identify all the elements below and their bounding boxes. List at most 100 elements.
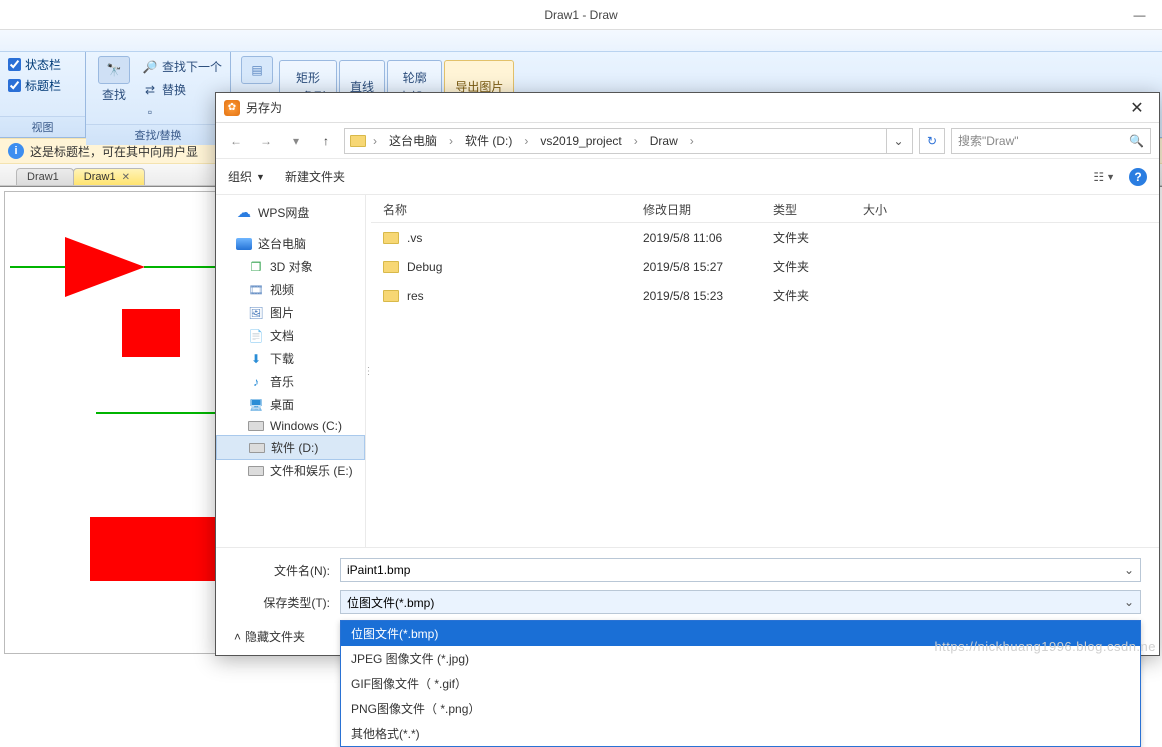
minimize-button[interactable]: — — [1117, 0, 1162, 30]
music-icon: ♪ — [248, 375, 264, 389]
chevron-down-icon[interactable]: ⌄ — [1124, 563, 1134, 577]
tree-d[interactable]: 软件 (D:) — [216, 435, 365, 460]
tree-music[interactable]: ♪音乐 — [216, 370, 365, 393]
file-list: 名称 修改日期 类型 大小 .vs 2019/5/8 11:06 文件夹 Deb… — [371, 195, 1159, 547]
group-view: 状态栏 标题栏 视图 — [0, 52, 86, 137]
shape-rect — [90, 517, 216, 581]
back-button[interactable]: ← — [224, 129, 248, 153]
info-text: 这是标题栏，可在其中向用户显 — [30, 143, 198, 160]
col-name[interactable]: 名称 — [371, 195, 631, 222]
folder-icon — [383, 290, 399, 302]
binoculars-icon: 🔭 — [107, 63, 122, 77]
tree-wps[interactable]: ☁WPS网盘 — [216, 201, 365, 224]
drive-icon — [248, 419, 264, 433]
tree-desktop[interactable]: 🖥桌面 — [216, 393, 365, 416]
app-icon — [224, 100, 240, 116]
paste-split[interactable]: ▤ — [237, 56, 277, 84]
tree-3d[interactable]: ❒3D 对象 — [216, 255, 365, 278]
tree-video[interactable]: 🎞视频 — [216, 278, 365, 301]
tree-docs[interactable]: 📄文档 — [216, 324, 365, 347]
filetype-dropdown: 位图文件(*.bmp) JPEG 图像文件 (*.jpg) GIF图像文件（ *… — [340, 620, 1141, 747]
shape-rect — [122, 309, 180, 357]
folder-icon — [383, 261, 399, 273]
eraser-icon: ▫ — [142, 104, 158, 120]
filetype-label: 保存类型(T): — [234, 594, 330, 611]
folder-icon — [383, 232, 399, 244]
dd-option[interactable]: JPEG 图像文件 (*.jpg) — [341, 646, 1140, 671]
shape-line — [96, 412, 220, 414]
shape-line — [144, 266, 219, 268]
tree-images[interactable]: 🖼图片 — [216, 301, 365, 324]
save-as-dialog: 另存为 ✕ ← → ▾ ↑ › 这台电脑› 软件 (D:)› vs2019_pr… — [215, 92, 1160, 656]
nav-tree: ☁WPS网盘 这台电脑 ❒3D 对象 🎞视频 🖼图片 📄文档 ⬇下载 ♪音乐 🖥… — [216, 195, 366, 547]
dd-option[interactable]: 其他格式(*.*) — [341, 721, 1140, 746]
tree-pc[interactable]: 这台电脑 — [216, 232, 365, 255]
dd-option[interactable]: PNG图像文件（ *.png） — [341, 696, 1140, 721]
doc-icon: 📄 — [248, 329, 264, 343]
window-titlebar: Draw1 - Draw — — [0, 0, 1162, 30]
find-next-button[interactable]: 🔎查找下一个 — [142, 58, 222, 75]
new-folder-button[interactable]: 新建文件夹 — [285, 168, 345, 185]
doc-tab[interactable]: Draw1 — [16, 168, 74, 185]
up-button[interactable]: ↑ — [314, 129, 338, 153]
forward-button[interactable]: → — [254, 129, 278, 153]
col-date[interactable]: 修改日期 — [631, 195, 761, 222]
titlebar-checkbox[interactable]: 标题栏 — [8, 77, 61, 94]
group-find-replace: 🔭 查找 🔎查找下一个 ⇄替换 ▫ 查找/替换 — [86, 52, 231, 137]
crumb-drive[interactable]: 软件 (D:) — [457, 129, 520, 153]
file-row[interactable]: Debug 2019/5/8 15:27 文件夹 — [371, 252, 1159, 281]
ribbon-tab-strip — [0, 30, 1162, 52]
download-icon: ⬇ — [248, 352, 264, 366]
window-controls: — — [1117, 0, 1162, 30]
nav-row: ← → ▾ ↑ › 这台电脑› 软件 (D:)› vs2019_project›… — [216, 123, 1159, 159]
folder-icon — [347, 130, 369, 152]
view-icon: ☷ — [1093, 170, 1104, 184]
crumb-draw[interactable]: Draw — [642, 129, 686, 153]
file-row[interactable]: res 2019/5/8 15:23 文件夹 — [371, 281, 1159, 310]
crumb-proj[interactable]: vs2019_project — [532, 129, 629, 153]
doc-tab-active[interactable]: Draw1✕ — [73, 168, 145, 185]
drive-icon — [248, 464, 264, 478]
file-row[interactable]: .vs 2019/5/8 11:06 文件夹 — [371, 223, 1159, 252]
close-button[interactable]: ✕ — [1123, 98, 1151, 118]
close-tab-icon[interactable]: ✕ — [122, 172, 130, 183]
view-mode-button[interactable]: ☷▼ — [1093, 170, 1115, 184]
find-bigbutton[interactable]: 🔭 查找 — [94, 56, 134, 103]
find-label: 查找 — [102, 86, 126, 103]
help-button[interactable]: ? — [1129, 168, 1147, 186]
tree-downloads[interactable]: ⬇下载 — [216, 347, 365, 370]
dd-option[interactable]: GIF图像文件（ *.gif） — [341, 671, 1140, 696]
dialog-title: 另存为 — [246, 99, 1117, 116]
clipboard-icon: ▤ — [251, 63, 262, 77]
replace-icon: ⇄ — [142, 82, 158, 98]
search-placeholder: 搜索"Draw" — [958, 132, 1019, 149]
replace-button[interactable]: ⇄替换 — [142, 81, 222, 98]
col-type[interactable]: 类型 — [761, 195, 851, 222]
recent-dd[interactable]: ▾ — [284, 129, 308, 153]
crumb-pc[interactable]: 这台电脑 — [381, 129, 445, 153]
desktop-icon: 🖥 — [248, 398, 264, 412]
filename-input[interactable]: iPaint1.bmp⌄ — [340, 558, 1141, 582]
dialog-toolbar: 组织▼ 新建文件夹 ☷▼ ? — [216, 159, 1159, 195]
shape-triangle — [65, 237, 145, 297]
chevron-down-icon[interactable]: ⌄ — [1124, 595, 1134, 609]
find-next-icon: 🔎 — [142, 59, 158, 75]
col-size[interactable]: 大小 — [851, 195, 1159, 222]
dd-option[interactable]: 位图文件(*.bmp) — [341, 621, 1140, 646]
search-input[interactable]: 搜索"Draw" 🔍 — [951, 128, 1151, 154]
pc-icon — [236, 237, 252, 251]
breadcrumb[interactable]: › 这台电脑› 软件 (D:)› vs2019_project› Draw› ⌄ — [344, 128, 913, 154]
tree-c[interactable]: Windows (C:) — [216, 416, 365, 436]
clear-button[interactable]: ▫ — [142, 104, 222, 120]
filetype-select[interactable]: 位图文件(*.bmp)⌄ — [340, 590, 1141, 614]
refresh-button[interactable]: ↻ — [919, 128, 945, 154]
filename-label: 文件名(N): — [234, 562, 330, 579]
statusbar-checkbox[interactable]: 状态栏 — [8, 56, 61, 73]
info-icon: i — [8, 143, 24, 159]
tree-e[interactable]: 文件和娱乐 (E:) — [216, 459, 365, 482]
crumb-dropdown[interactable]: ⌄ — [886, 129, 910, 153]
video-icon: 🎞 — [248, 283, 264, 297]
organize-button[interactable]: 组织▼ — [228, 168, 265, 185]
cube-icon: ❒ — [248, 260, 264, 274]
file-list-header: 名称 修改日期 类型 大小 — [371, 195, 1159, 223]
